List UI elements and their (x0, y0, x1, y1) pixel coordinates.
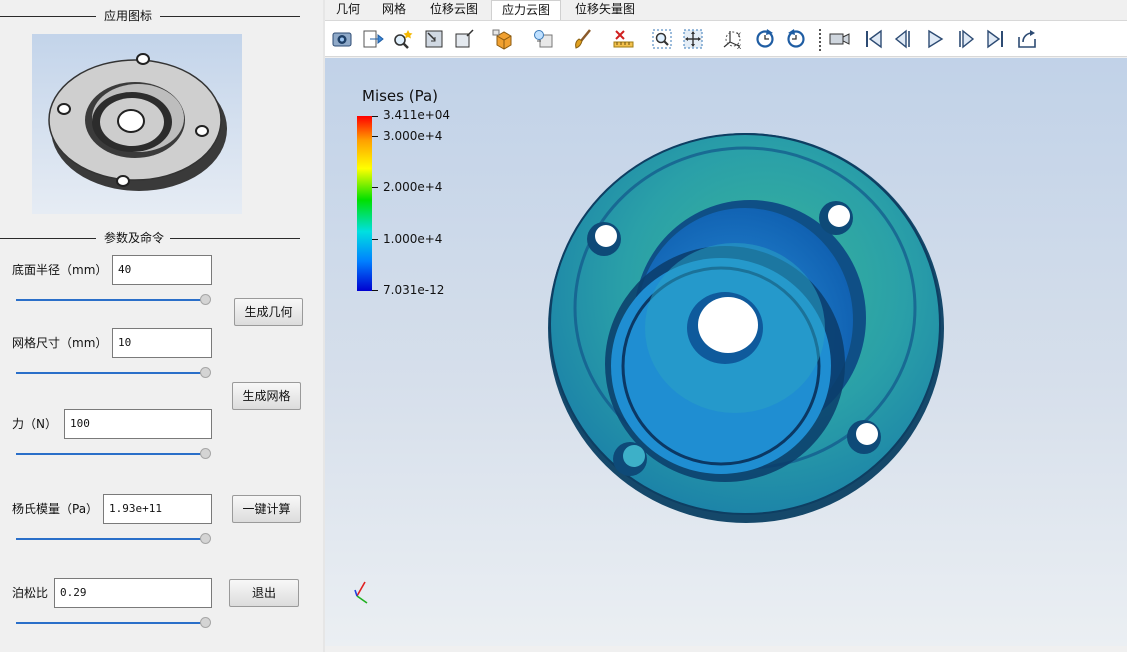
loop-icon[interactable] (1015, 27, 1039, 51)
colorbar-tick (372, 136, 378, 137)
app-window: 应用图标 参数及命令 底面半径（mm） 40 生成几何 网格尺寸（mm） 10 … (0, 0, 1127, 652)
youngs-modulus-slider[interactable] (16, 532, 211, 546)
axes-triad-icon (354, 581, 368, 604)
ruler-icon[interactable] (611, 27, 635, 51)
zoom-box-icon[interactable] (650, 27, 674, 51)
rotate-cw-icon[interactable] (753, 27, 777, 51)
zoom-query-icon[interactable] (391, 27, 415, 51)
radius-slider-handle[interactable] (200, 294, 211, 305)
svg-text:Y: Y (736, 32, 741, 39)
left-panel: 应用图标 参数及命令 底面半径（mm） 40 生成几何 网格尺寸（mm） 10 … (0, 0, 324, 652)
colorbar-tick (372, 290, 378, 291)
fit-view-icon[interactable] (681, 27, 705, 51)
stress-contour-model (548, 133, 944, 523)
youngs-modulus-slider-handle[interactable] (200, 533, 211, 544)
viewport-toolbar: YX (325, 20, 1127, 57)
tab-mesh[interactable]: 网格 (373, 0, 415, 20)
poisson-ratio-slider-handle[interactable] (200, 617, 211, 628)
export-icon[interactable] (361, 27, 385, 51)
brush-icon[interactable] (571, 27, 595, 51)
colorbar (357, 116, 372, 291)
camera-icon[interactable] (330, 27, 354, 51)
app-icon-image (32, 34, 242, 214)
youngs-modulus-input[interactable]: 1.93e+11 (103, 494, 212, 524)
axes-orient-icon[interactable]: YX (721, 27, 745, 51)
params-group-header: 参数及命令 (0, 230, 300, 246)
force-slider-handle[interactable] (200, 448, 211, 459)
select-cell-icon[interactable] (422, 27, 446, 51)
svg-text:X: X (737, 44, 741, 50)
colorbar-label-min: 7.031e-12 (383, 283, 445, 297)
icon-group-header: 应用图标 (0, 8, 300, 24)
cube-view-icon[interactable] (491, 27, 515, 51)
mesh-size-input[interactable]: 10 (112, 328, 212, 358)
colorbar-label: 1.000e+4 (383, 232, 443, 246)
prev-frame-icon[interactable] (891, 27, 915, 51)
colorbar-tick (372, 239, 378, 240)
video-icon[interactable] (828, 27, 852, 51)
tab-stress-contour[interactable]: 应力云图 (491, 0, 561, 20)
tab-displacement-vector[interactable]: 位移矢量图 (567, 0, 643, 20)
generate-geometry-button[interactable]: 生成几何 (234, 298, 303, 326)
light-icon[interactable] (531, 27, 555, 51)
next-frame-icon[interactable] (954, 27, 978, 51)
colorbar-tick (372, 116, 378, 117)
compute-button[interactable]: 一键计算 (232, 495, 301, 523)
status-strip (325, 646, 1127, 652)
mesh-size-slider[interactable] (16, 366, 211, 380)
force-label: 力（N） (12, 417, 57, 431)
mesh-size-slider-handle[interactable] (200, 367, 211, 378)
icon-group-title: 应用图标 (104, 9, 153, 23)
exit-button[interactable]: 退出 (229, 579, 299, 607)
colorbar-label: 2.000e+4 (383, 180, 443, 194)
youngs-modulus-label: 杨氏模量（Pa） (12, 502, 99, 516)
force-input[interactable]: 100 (64, 409, 212, 439)
rotate-ccw-icon[interactable] (784, 27, 808, 51)
play-icon[interactable] (923, 27, 947, 51)
radius-input[interactable]: 40 (112, 255, 212, 285)
toolbar-separator (819, 29, 821, 51)
radius-slider[interactable] (16, 293, 211, 307)
colorbar-label-max: 3.411e+04 (383, 108, 451, 122)
last-frame-icon[interactable] (984, 27, 1008, 51)
mesh-size-label: 网格尺寸（mm） (12, 336, 108, 350)
select-box-icon[interactable] (452, 27, 476, 51)
colorbar-label: 3.000e+4 (383, 129, 443, 143)
colorbar-tick (372, 187, 378, 188)
force-slider[interactable] (16, 447, 211, 461)
poisson-ratio-label: 泊松比 (12, 586, 49, 600)
first-frame-icon[interactable] (861, 27, 885, 51)
radius-label: 底面半径（mm） (12, 263, 108, 277)
params-group-title: 参数及命令 (104, 231, 165, 245)
tab-bar: 几何 网格 位移云图 应力云图 位移矢量图 (325, 0, 1127, 20)
poisson-ratio-slider[interactable] (16, 616, 211, 630)
poisson-ratio-input[interactable]: 0.29 (54, 578, 212, 608)
tab-geometry[interactable]: 几何 (327, 0, 369, 20)
colorbar-title: Mises (Pa) (362, 87, 439, 105)
render-viewport[interactable]: Mises (Pa) 3.411e+04 3.000e+4 2.000e+4 1… (325, 58, 1127, 646)
generate-mesh-button[interactable]: 生成网格 (232, 382, 301, 410)
tab-displacement-contour[interactable]: 位移云图 (423, 0, 485, 20)
